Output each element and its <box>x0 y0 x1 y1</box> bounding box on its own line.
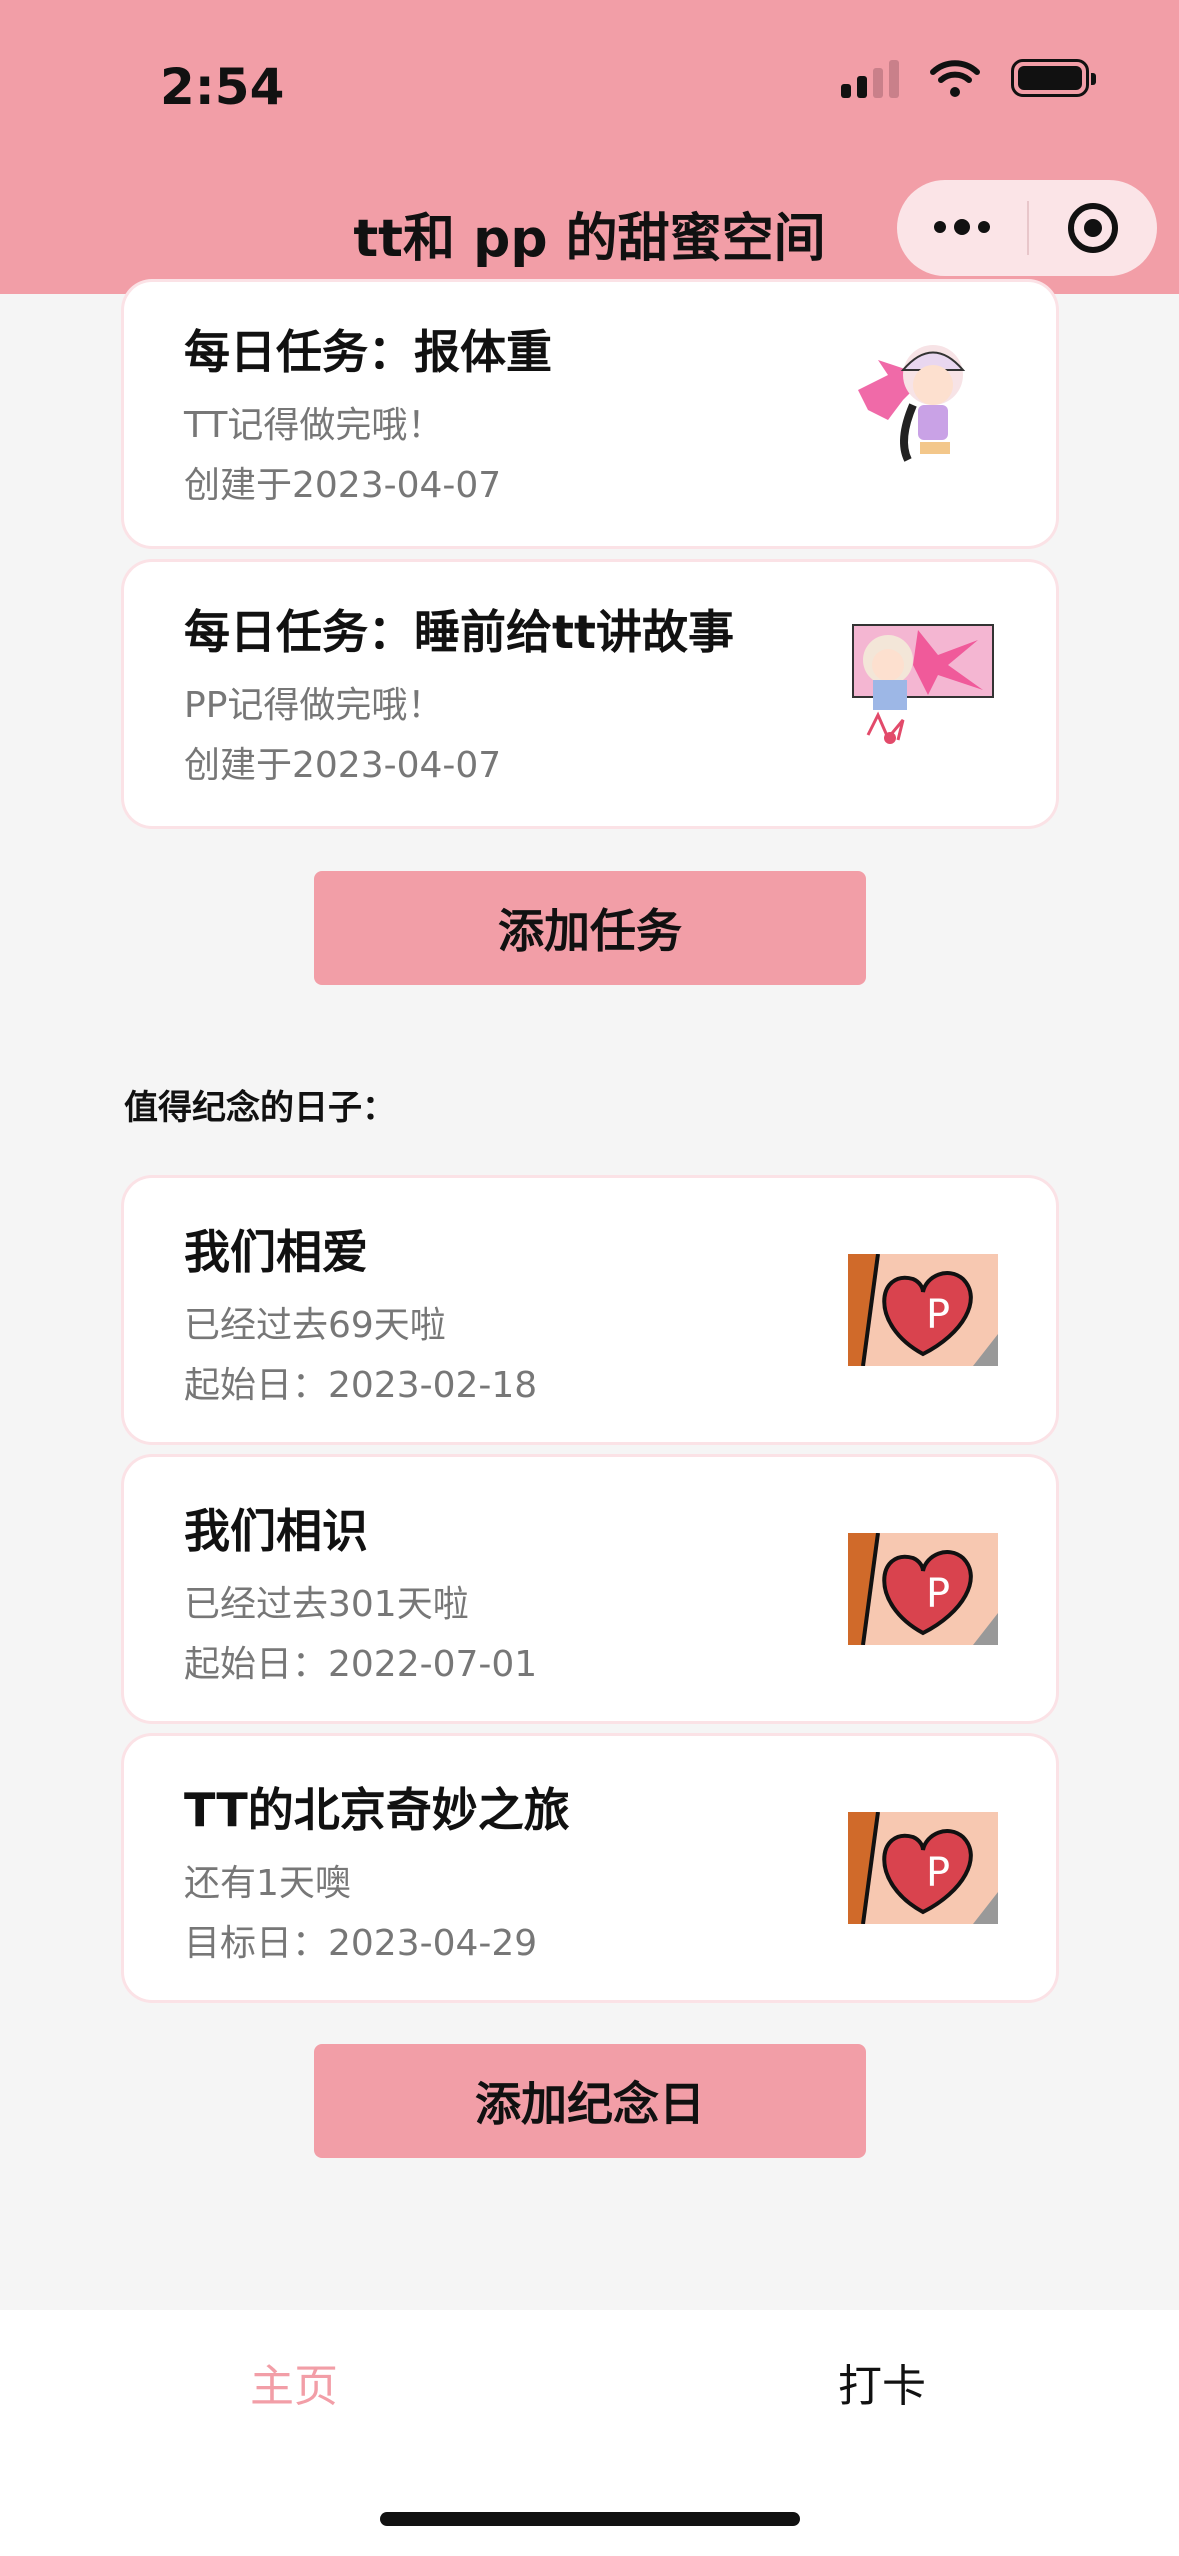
anniversary-subtitle: 已经过去301天啦 <box>184 1584 469 1625</box>
task-title: 每日任务：报体重 <box>184 325 552 379</box>
cellular-signal-icon <box>841 58 899 98</box>
tab-checkin[interactable]: 打卡 <box>838 2350 926 2414</box>
svg-text:P: P <box>926 1292 950 1338</box>
girl-sticker-icon <box>858 345 966 462</box>
task-date: 创建于2023-04-07 <box>184 465 502 506</box>
miniprogram-capsule <box>897 180 1157 276</box>
anniversary-title: TT的北京奇妙之旅 <box>184 1783 570 1837</box>
anniversary-date: 起始日：2023-02-18 <box>184 1365 538 1406</box>
tab-home[interactable]: 主页 <box>250 2350 338 2414</box>
anniversary-card[interactable]: 我们相爱 已经过去69天啦 起始日：2023-02-18 P <box>124 1178 1056 1442</box>
heart-p-icon: P <box>848 1254 998 1366</box>
anniversary-card[interactable]: TT的北京奇妙之旅 还有1天噢 目标日：2023-04-29 P <box>124 1736 1056 2000</box>
nav-header: 2:54 tt和 pp 的甜蜜空间 <box>0 0 1179 294</box>
heart-p-icon: P <box>848 1533 998 1645</box>
task-card[interactable]: 每日任务：睡前给tt讲故事 PP记得做完哦！ 创建于2023-04-07 <box>124 562 1056 826</box>
more-options-icon[interactable] <box>897 219 1027 235</box>
svg-text:P: P <box>926 1571 950 1617</box>
task-subtitle: TT记得做完哦！ <box>184 405 444 446</box>
anniversary-date: 起始日：2022-07-01 <box>184 1644 538 1685</box>
anniversary-subtitle: 已经过去69天啦 <box>184 1305 446 1346</box>
anniversary-card[interactable]: 我们相识 已经过去301天啦 起始日：2022-07-01 P <box>124 1457 1056 1721</box>
battery-icon <box>1011 59 1096 97</box>
task-date: 创建于2023-04-07 <box>184 745 502 786</box>
svg-text:P: P <box>926 1850 950 1896</box>
task-title: 每日任务：睡前给tt讲故事 <box>184 605 734 659</box>
status-time: 2:54 <box>160 58 285 116</box>
heart-p-icon: P <box>848 1812 998 1924</box>
girl-sticker-icon <box>852 624 994 744</box>
anniversary-title: 我们相爱 <box>184 1225 368 1279</box>
anniversary-date: 目标日：2023-04-29 <box>184 1923 538 1964</box>
add-task-button[interactable]: 添加任务 <box>314 871 866 985</box>
task-card[interactable]: 每日任务：报体重 TT记得做完哦！ 创建于2023-04-07 <box>124 282 1056 546</box>
close-miniprogram-icon[interactable] <box>1029 203 1157 253</box>
anniversary-section-label: 值得纪念的日子： <box>124 1088 396 1128</box>
home-indicator[interactable] <box>380 2512 800 2526</box>
anniversary-subtitle: 还有1天噢 <box>184 1863 351 1904</box>
add-anniversary-button[interactable]: 添加纪念日 <box>314 2044 866 2158</box>
status-icons <box>841 58 1096 98</box>
task-subtitle: PP记得做完哦！ <box>184 685 444 726</box>
wifi-icon <box>930 60 980 97</box>
anniversary-title: 我们相识 <box>184 1504 368 1558</box>
